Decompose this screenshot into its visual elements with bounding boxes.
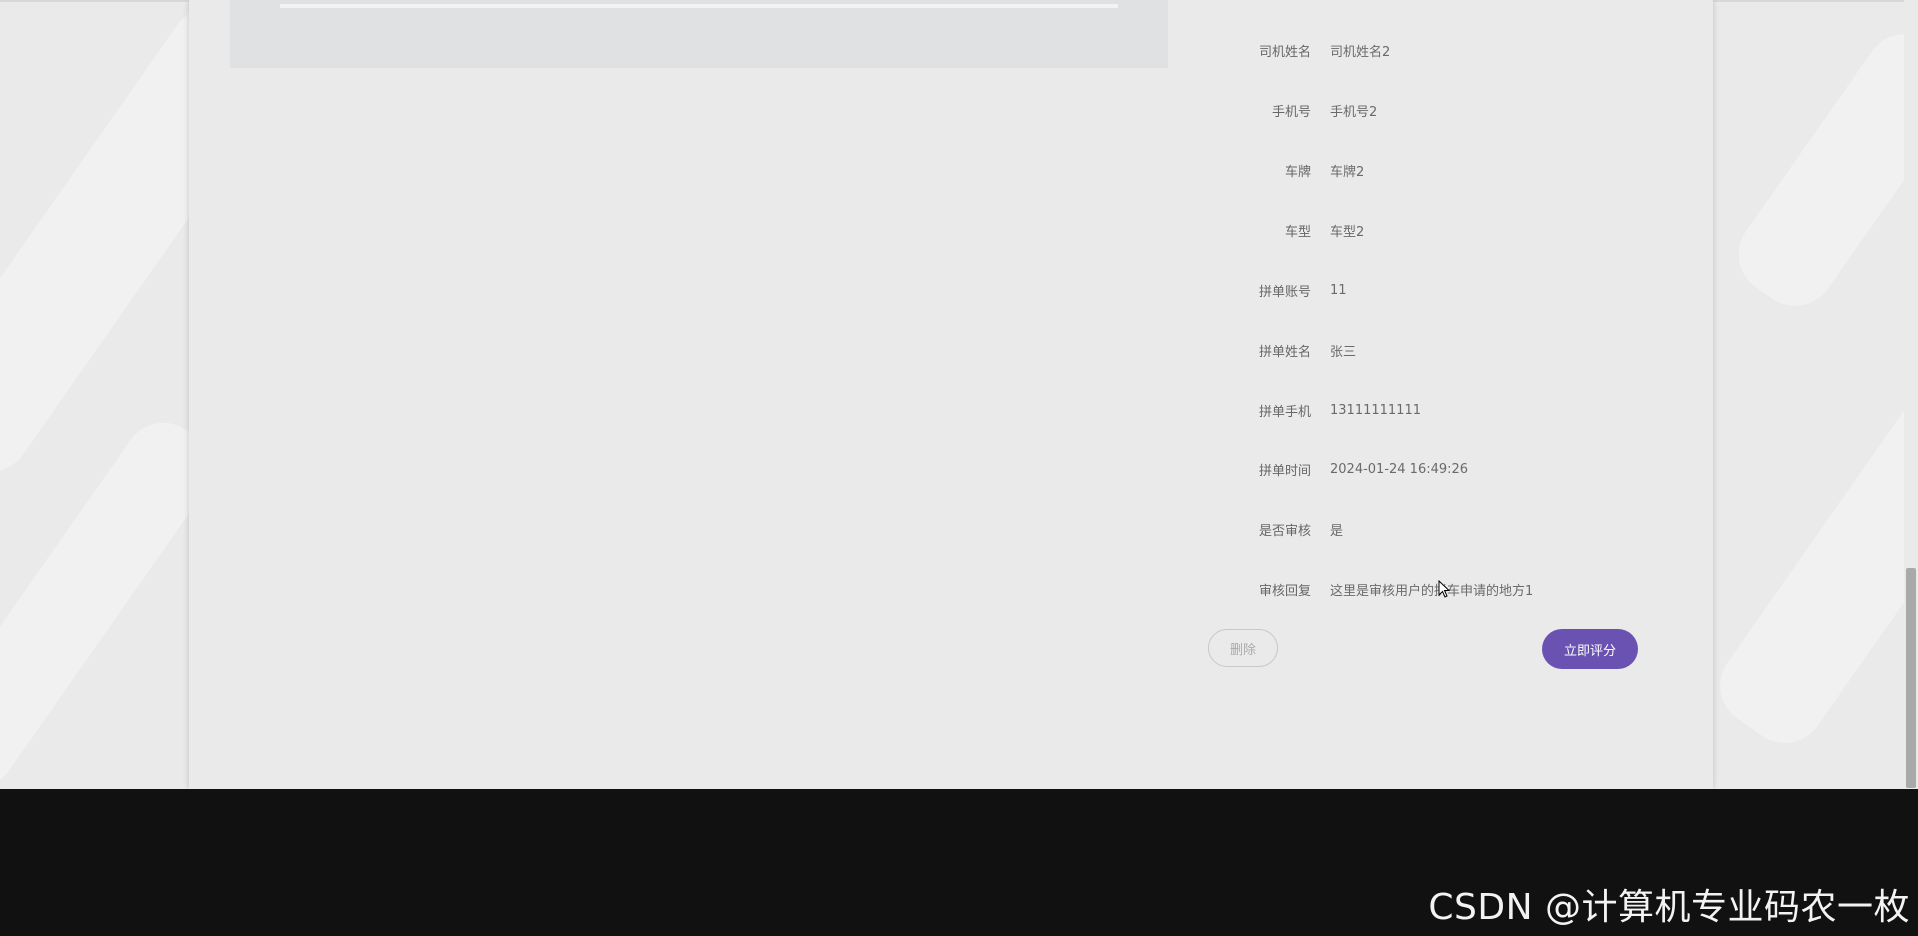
- image-area: [230, 0, 1168, 68]
- detail-row-order-name: 拼单姓名 张三: [1189, 340, 1356, 360]
- detail-value: 张三: [1330, 344, 1357, 360]
- detail-label: 拼单账号: [1258, 284, 1311, 300]
- detail-label: 司机姓名: [1258, 44, 1311, 60]
- page: 司机姓名 司机姓名2 手机号 手机号2 车牌 车牌2 车型 车型2 拼单账号 1…: [0, 0, 1918, 936]
- detail-label: 车牌: [1284, 164, 1311, 180]
- detail-row-order-time: 拼单时间 2024-01-24 16:49:26: [1189, 459, 1468, 479]
- detail-value: 车型2: [1330, 224, 1365, 240]
- detail-label: 手机号: [1271, 104, 1311, 120]
- detail-label: 审核回复: [1258, 583, 1311, 599]
- rate-now-button[interactable]: 立即评分: [1542, 629, 1638, 669]
- detail-label: 是否审核: [1258, 523, 1311, 539]
- scrollbar-thumb[interactable]: [1906, 568, 1916, 788]
- detail-row-review-reply: 审核回复 这里是审核用户的拼车申请的地方1: [1189, 579, 1533, 599]
- detail-row-reviewed: 是否审核 是: [1189, 519, 1343, 539]
- image-carousel-indicator: [280, 4, 1118, 8]
- detail-label: 车型: [1284, 224, 1311, 240]
- detail-row-phone: 手机号 手机号2: [1189, 100, 1377, 120]
- detail-label: 拼单姓名: [1258, 344, 1311, 360]
- detail-row-order-account: 拼单账号 11: [1189, 280, 1347, 300]
- detail-row-vehicle-type: 车型 车型2: [1189, 220, 1364, 240]
- background-stripe: [1704, 351, 1918, 759]
- mouse-cursor-icon: [1438, 580, 1450, 598]
- detail-value: 是: [1330, 523, 1344, 539]
- detail-row-driver-name: 司机姓名 司机姓名2: [1189, 40, 1390, 60]
- detail-value: 11: [1330, 282, 1347, 298]
- detail-row-plate: 车牌 车牌2: [1189, 160, 1364, 180]
- detail-label: 拼单手机: [1258, 404, 1311, 420]
- detail-value: 13111111111: [1330, 402, 1421, 418]
- detail-value: 司机姓名2: [1330, 44, 1391, 60]
- detail-value: 手机号2: [1330, 104, 1378, 120]
- watermark: CSDN @计算机专业码农一枚: [1428, 887, 1910, 928]
- detail-label: 拼单时间: [1258, 463, 1311, 479]
- detail-value: 2024-01-24 16:49:26: [1330, 461, 1469, 477]
- detail-card: 司机姓名 司机姓名2 手机号 手机号2 车牌 车牌2 车型 车型2 拼单账号 1…: [189, 0, 1713, 789]
- detail-value: 车牌2: [1330, 164, 1365, 180]
- detail-row-order-phone: 拼单手机 13111111111: [1189, 400, 1421, 420]
- detail-value: 这里是审核用户的拼车申请的地方1: [1330, 583, 1534, 599]
- background-stripe: [1723, 18, 1918, 322]
- delete-button[interactable]: 删除: [1208, 629, 1278, 667]
